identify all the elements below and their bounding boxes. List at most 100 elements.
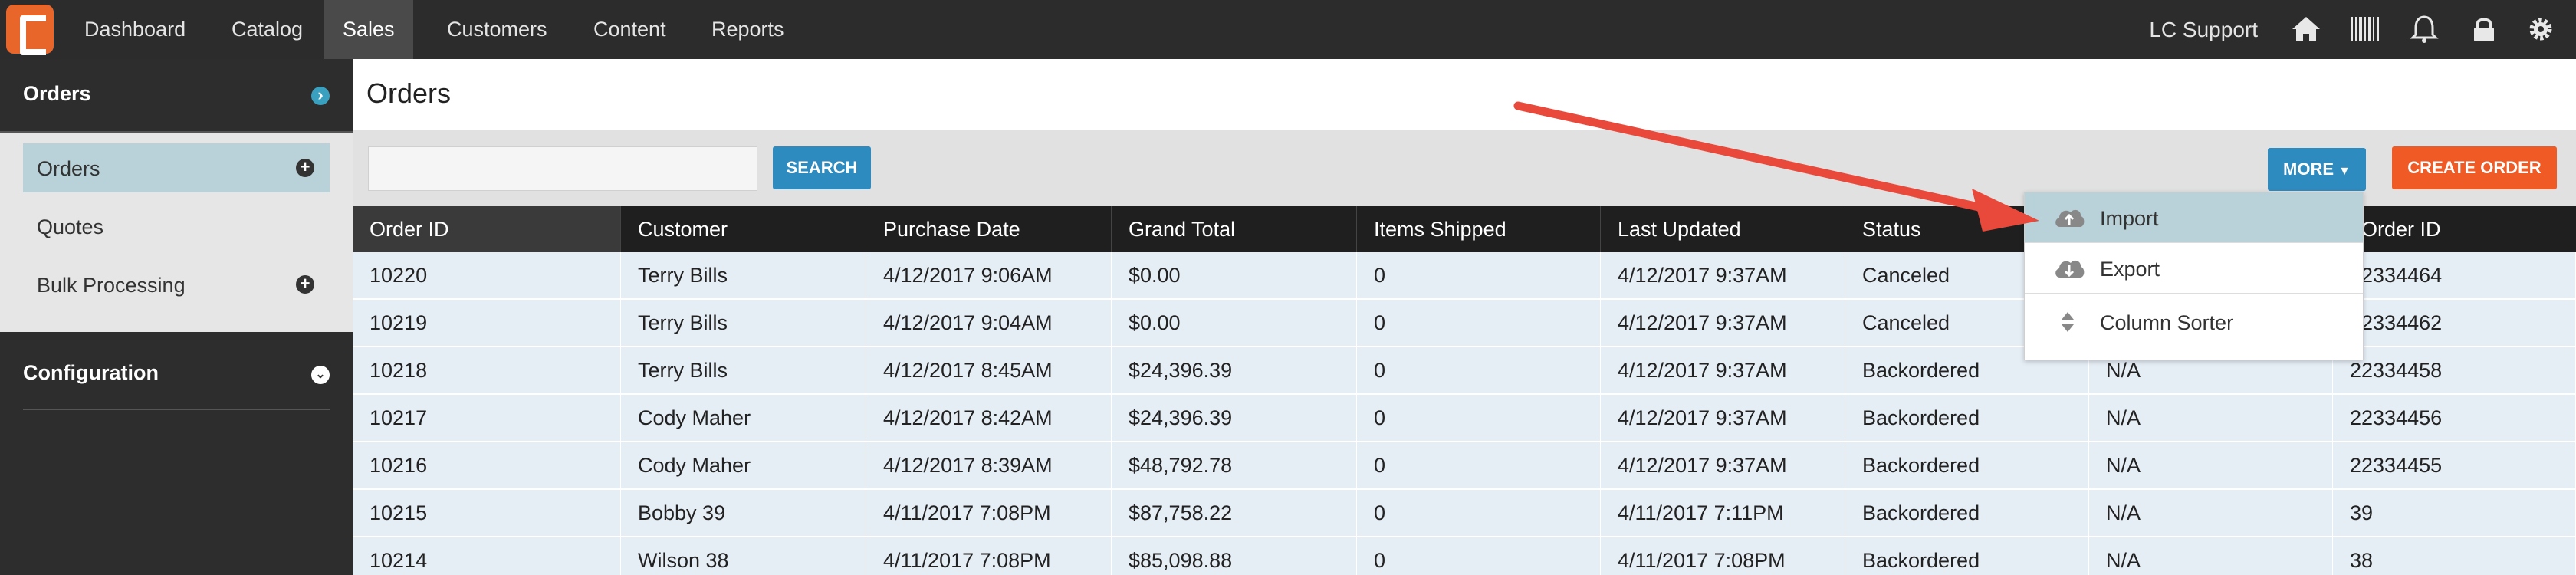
divider <box>23 409 330 410</box>
cell-purchase-date: 4/11/2017 7:08PM <box>866 537 1112 575</box>
create-order-button[interactable]: CREATE ORDER <box>2392 146 2557 189</box>
sidebar-orders-header[interactable]: Orders › <box>0 59 353 133</box>
menu-item-label: Column Sorter <box>2100 311 2234 334</box>
top-navigation-bar: Dashboard Catalog Sales Customers Conten… <box>0 0 2576 59</box>
table-row[interactable]: 10217 Cody Maher 4/12/2017 8:42AM $24,396.3… <box>353 395 2576 442</box>
cell-purchase-date: 4/12/2017 8:42AM <box>866 395 1112 441</box>
page-header: Orders <box>353 59 2576 130</box>
nav-dashboard[interactable]: Dashboard <box>66 0 204 59</box>
chevron-down-icon[interactable]: ⌄ <box>311 366 330 384</box>
cell-hidden: N/A <box>2089 395 2333 441</box>
bell-icon[interactable] <box>2407 14 2441 44</box>
sidebar-item-label: Bulk Processing <box>37 274 186 297</box>
cell-customer: Terry Bills <box>621 347 866 393</box>
menu-item-export[interactable]: Export <box>2025 243 2363 294</box>
column-header-order-id[interactable]: Order ID <box>353 206 621 252</box>
nav-content[interactable]: Content <box>575 0 685 59</box>
page-title: Orders <box>366 77 452 109</box>
cell-status: Backordered <box>1845 442 2089 488</box>
more-button[interactable]: MORE ▼ <box>2268 148 2366 191</box>
menu-item-column-sorter[interactable]: Column Sorter <box>2025 297 2363 347</box>
column-header-last-updated[interactable]: Last Updated <box>1601 206 1845 252</box>
cell-purchase-date: 4/12/2017 9:04AM <box>866 300 1112 346</box>
cell-customer: Terry Bills <box>621 252 866 298</box>
cell-purchase-date: 4/11/2017 7:08PM <box>866 490 1112 536</box>
sidebar-item-bulk-processing[interactable]: Bulk Processing + <box>23 260 330 309</box>
cell-status: Backordered <box>1845 395 2089 441</box>
plus-circle-icon[interactable]: + <box>296 159 314 177</box>
column-header-ext-order-id[interactable]: t Order ID <box>2333 206 2576 252</box>
cell-status: Backordered <box>1845 537 2089 575</box>
column-header-customer[interactable]: Customer <box>621 206 866 252</box>
cell-purchase-date: 4/12/2017 8:39AM <box>866 442 1112 488</box>
cell-customer: Cody Maher <box>621 395 866 441</box>
column-header-purchase-date[interactable]: Purchase Date <box>866 206 1112 252</box>
cloud-download-icon <box>2055 260 2085 278</box>
cell-hidden: N/A <box>2089 442 2333 488</box>
menu-item-label: Import <box>2100 207 2159 230</box>
sidebar-configuration-header[interactable]: Configuration ⌄ <box>0 338 353 412</box>
sidebar-orders-panel: Orders + Quotes Bulk Processing + <box>0 133 353 332</box>
column-header-grand-total[interactable]: Grand Total <box>1112 206 1357 252</box>
sidebar-item-quotes[interactable]: Quotes <box>23 202 330 251</box>
cell-order-id: 10219 <box>353 300 621 346</box>
cell-order-id: 10220 <box>353 252 621 298</box>
cell-items-shipped: 0 <box>1357 395 1601 441</box>
cell-customer: Terry Bills <box>621 300 866 346</box>
cell-items-shipped: 0 <box>1357 300 1601 346</box>
gear-icon[interactable] <box>2524 14 2558 44</box>
nav-reports[interactable]: Reports <box>693 0 803 59</box>
nav-sales[interactable]: Sales <box>324 0 413 59</box>
table-row[interactable]: 10215 Bobby 39 4/11/2017 7:08PM $87,758.22 0… <box>353 490 2576 537</box>
cell-ext-order-id: 22334464 <box>2333 252 2576 298</box>
cell-order-id: 10217 <box>353 395 621 441</box>
menu-item-import[interactable]: Import <box>2025 192 2363 243</box>
cell-ext-order-id: 22334456 <box>2333 395 2576 441</box>
table-row[interactable]: 10216 Cody Maher 4/12/2017 8:39AM $48,792.7… <box>353 442 2576 490</box>
sidebar-orders-header-label: Orders <box>23 82 91 105</box>
sidebar-configuration-label: Configuration <box>23 361 159 384</box>
search-button[interactable]: SEARCH <box>773 146 871 189</box>
table-row[interactable]: 10214 Wilson 38 4/11/2017 7:08PM $85,098.88… <box>353 537 2576 575</box>
cell-ext-order-id: 22334462 <box>2333 300 2576 346</box>
cell-customer: Bobby 39 <box>621 490 866 536</box>
home-icon[interactable] <box>2289 14 2323 44</box>
cell-purchase-date: 4/12/2017 9:06AM <box>866 252 1112 298</box>
more-dropdown-menu: Import Export Column Sorter <box>2024 192 2364 360</box>
cell-items-shipped: 0 <box>1357 537 1601 575</box>
chevron-right-icon[interactable]: › <box>311 87 330 105</box>
cell-grand-total: $48,792.78 <box>1112 442 1357 488</box>
cell-customer: Wilson 38 <box>621 537 866 575</box>
logo-icon[interactable] <box>6 5 54 55</box>
cell-last-updated: 4/11/2017 7:08PM <box>1601 537 1845 575</box>
cell-last-updated: 4/11/2017 7:11PM <box>1601 490 1845 536</box>
cell-ext-order-id: 39 <box>2333 490 2576 536</box>
cell-grand-total: $0.00 <box>1112 252 1357 298</box>
barcode-icon[interactable] <box>2348 14 2381 44</box>
cell-order-id: 10214 <box>353 537 621 575</box>
search-input[interactable] <box>368 146 757 191</box>
lock-icon[interactable] <box>2467 14 2501 44</box>
column-header-items-shipped[interactable]: Items Shipped <box>1357 206 1601 252</box>
sort-icon <box>2062 312 2074 332</box>
plus-circle-icon[interactable]: + <box>296 275 314 294</box>
cell-ext-order-id: 22334458 <box>2333 347 2576 393</box>
nav-customers[interactable]: Customers <box>429 0 566 59</box>
cell-hidden: N/A <box>2089 490 2333 536</box>
cell-status: Backordered <box>1845 490 2089 536</box>
nav-catalog[interactable]: Catalog <box>213 0 321 59</box>
cell-grand-total: $87,758.22 <box>1112 490 1357 536</box>
cell-items-shipped: 0 <box>1357 347 1601 393</box>
cell-grand-total: $85,098.88 <box>1112 537 1357 575</box>
support-link[interactable]: LC Support <box>2149 0 2258 59</box>
cell-purchase-date: 4/12/2017 8:45AM <box>866 347 1112 393</box>
cloud-upload-icon <box>2055 209 2085 227</box>
cell-items-shipped: 0 <box>1357 490 1601 536</box>
sidebar: Orders › Orders + Quotes Bulk Processing… <box>0 59 353 575</box>
sidebar-item-label: Quotes <box>37 215 104 238</box>
cell-last-updated: 4/12/2017 9:37AM <box>1601 442 1845 488</box>
cell-last-updated: 4/12/2017 9:37AM <box>1601 252 1845 298</box>
cell-last-updated: 4/12/2017 9:37AM <box>1601 347 1845 393</box>
sidebar-item-orders[interactable]: Orders + <box>23 143 330 192</box>
menu-item-label: Export <box>2100 258 2160 281</box>
